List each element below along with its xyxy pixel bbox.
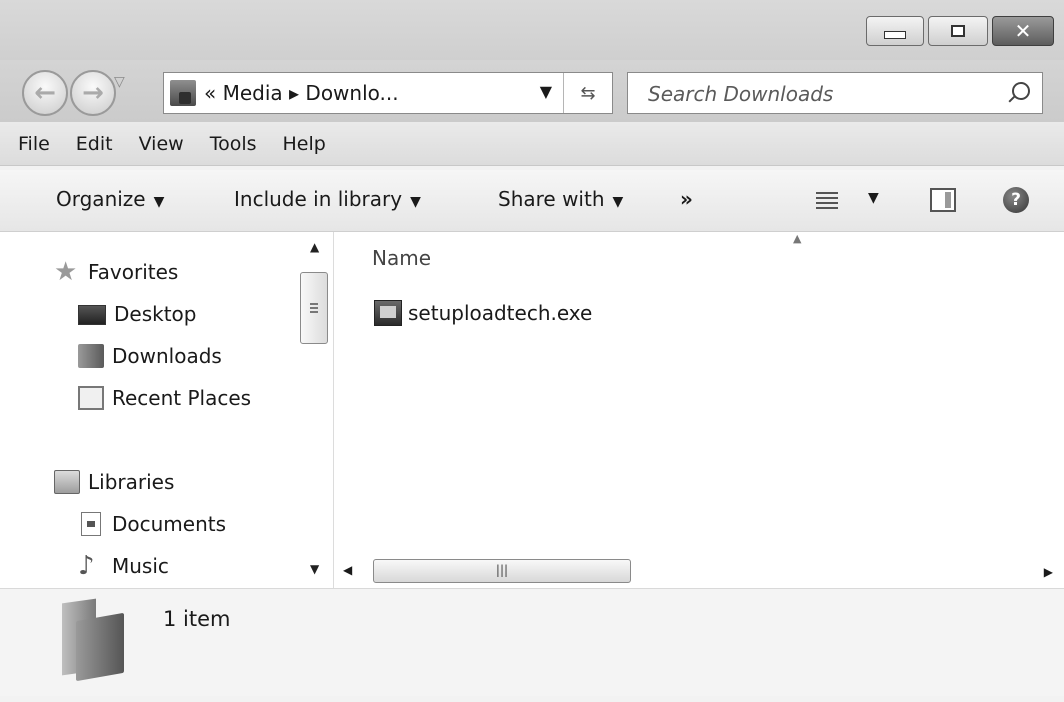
sort-ascending-icon: ▲	[793, 232, 802, 245]
sidebar-header-favorites: Favorites	[88, 260, 179, 284]
include-in-library-button[interactable]: Include in library ▼	[234, 187, 421, 211]
menu-help[interactable]: Help	[281, 131, 328, 157]
scroll-thumb[interactable]: |||	[373, 559, 631, 583]
sidebar-item-desktop[interactable]: Desktop	[78, 302, 196, 326]
sidebar-item-recent-places[interactable]: Recent Places	[78, 386, 251, 410]
scroll-thumb[interactable]	[300, 272, 328, 344]
explorer-window: ✕ ← → ▽ « Media ▸ Downlo... ▼ ⇆ Fil	[0, 0, 1064, 702]
chevron-down-icon: ▼	[612, 194, 624, 210]
file-name: setuploadtech.exe	[408, 301, 593, 325]
horizontal-scrollbar[interactable]: ◀ ||| ▶	[343, 557, 1053, 587]
document-icon	[81, 512, 101, 536]
share-with-label: Share with	[498, 187, 605, 211]
downloads-folder-icon	[78, 344, 104, 368]
menu-tools[interactable]: Tools	[208, 131, 259, 157]
details-pane: 1 item	[0, 588, 1064, 696]
column-header-name[interactable]: Name	[372, 246, 431, 270]
scroll-right-icon[interactable]: ▶	[1044, 565, 1053, 579]
scroll-down-icon[interactable]: ▼	[310, 562, 319, 576]
address-path[interactable]: « Media ▸ Downlo...	[204, 81, 399, 105]
organize-button[interactable]: Organize ▼	[56, 187, 164, 211]
back-button[interactable]: ←	[22, 70, 68, 116]
command-bar: Organize ▼ Include in library ▼ Share with…	[0, 170, 1064, 232]
search-icon[interactable]	[1012, 82, 1030, 100]
sidebar-header-libraries: Libraries	[88, 470, 175, 494]
downloads-folder-icon	[58, 597, 124, 682]
desktop-icon	[78, 305, 106, 325]
window-controls: ✕	[866, 16, 1054, 46]
sidebar-item-music[interactable]: ♪ Music	[78, 551, 169, 581]
restore-button[interactable]	[928, 16, 988, 46]
back-forward-group: ← →	[22, 70, 156, 116]
recent-pages-dropdown-icon[interactable]: ▽	[114, 74, 125, 90]
close-button[interactable]: ✕	[992, 16, 1054, 46]
executable-file-icon	[374, 300, 402, 326]
share-with-button[interactable]: Share with ▼	[498, 187, 623, 211]
item-count: 1 item	[163, 607, 231, 631]
chevron-down-icon: ▼	[153, 194, 165, 210]
refresh-button[interactable]: ⇆	[563, 73, 612, 113]
sidebar-item-label: Desktop	[114, 302, 197, 326]
chevron-down-icon: ▼	[410, 194, 421, 210]
recent-places-icon	[78, 386, 104, 410]
libraries-icon	[54, 470, 80, 494]
navigation-bar: ← → ▽ « Media ▸ Downlo... ▼ ⇆	[0, 60, 1064, 122]
forward-button[interactable]: →	[70, 70, 116, 116]
downloads-folder-icon	[170, 80, 196, 106]
search-input[interactable]	[646, 81, 990, 107]
sidebar-item-libraries[interactable]: Libraries	[54, 470, 174, 494]
close-icon: ✕	[1014, 19, 1032, 43]
music-note-icon: ♪	[78, 551, 95, 581]
menu-file[interactable]: File	[16, 131, 52, 157]
navigation-scrollbar[interactable]: ▲ ▼	[300, 240, 330, 585]
grip-icon: |||	[495, 563, 509, 577]
menu-edit[interactable]: Edit	[74, 131, 115, 157]
search-box[interactable]	[627, 72, 1043, 114]
views-dropdown-icon[interactable]: ▼	[868, 190, 879, 206]
grip-icon	[310, 303, 318, 313]
sidebar-item-label: Downloads	[112, 344, 222, 368]
title-bar[interactable]: ✕	[0, 0, 1064, 60]
star-icon: ★	[54, 257, 78, 287]
sidebar-item-label: Music	[112, 554, 169, 578]
help-icon[interactable]: ?	[1003, 187, 1029, 213]
menu-bar: File Edit View Tools Help	[0, 122, 1064, 166]
minimize-button[interactable]	[866, 16, 924, 46]
change-view-icon[interactable]	[816, 192, 838, 210]
sidebar-item-label: Documents	[112, 512, 227, 536]
address-bar[interactable]: « Media ▸ Downlo... ▼ ⇆	[163, 72, 613, 114]
scroll-left-icon[interactable]: ◀	[343, 563, 352, 577]
include-in-library-label: Include in library	[234, 187, 403, 211]
list-item[interactable]: setuploadtech.exe	[374, 300, 592, 326]
sidebar-item-favorites[interactable]: ★ Favorites	[54, 257, 179, 287]
sidebar-item-downloads[interactable]: Downloads	[78, 344, 222, 368]
sidebar-item-label: Recent Places	[112, 386, 252, 410]
refresh-icon: ⇆	[580, 82, 596, 104]
organize-label: Organize	[56, 187, 146, 211]
scroll-up-icon[interactable]: ▲	[310, 240, 319, 254]
preview-pane-icon[interactable]	[930, 188, 956, 212]
file-list: ▲ Name setuploadtech.exe	[334, 232, 1064, 588]
restore-icon	[951, 25, 965, 37]
back-arrow-icon: ←	[34, 78, 56, 108]
menu-view[interactable]: View	[137, 131, 186, 157]
forward-arrow-icon: →	[82, 78, 104, 108]
navigation-pane: ★ Favorites Desktop Downloads Recent Pla…	[0, 232, 334, 588]
minimize-icon	[884, 31, 906, 39]
address-dropdown-icon[interactable]: ▼	[540, 82, 552, 101]
more-commands-button[interactable]: »	[680, 187, 693, 211]
sidebar-item-documents[interactable]: Documents	[78, 512, 226, 536]
